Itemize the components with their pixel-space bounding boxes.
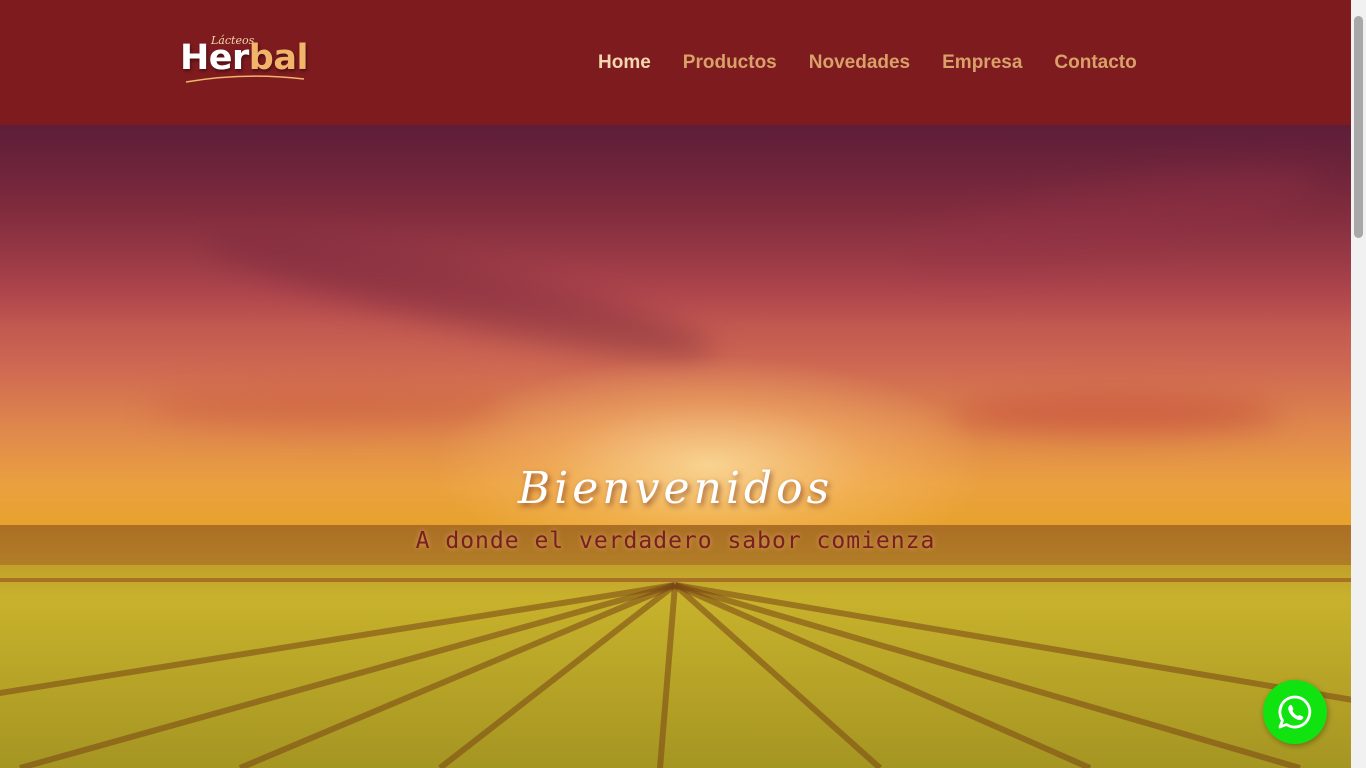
page-scrollbar[interactable] xyxy=(1351,0,1366,768)
logo-wordmark-part-2: bal xyxy=(248,38,309,78)
logo-wordmark: Herbal xyxy=(180,38,308,78)
nav-home[interactable]: Home xyxy=(598,50,651,76)
page: Lácteos Herbal Home Productos Novedades … xyxy=(0,0,1366,768)
hero-title: Bienvenidos xyxy=(517,463,834,514)
nav-empresa[interactable]: Empresa xyxy=(942,50,1022,76)
logo-swoosh-icon xyxy=(185,75,305,83)
whatsapp-icon xyxy=(1278,695,1312,729)
main-nav: Home Productos Novedades Empresa Contact… xyxy=(598,50,1169,76)
site-header: Lácteos Herbal Home Productos Novedades … xyxy=(0,0,1351,125)
brand-logo[interactable]: Lácteos Herbal xyxy=(178,34,312,86)
hero-banner: Bienvenidos A donde el verdadero sabor c… xyxy=(0,125,1351,768)
nav-novedades[interactable]: Novedades xyxy=(809,50,910,76)
logo-wordmark-part-1: Her xyxy=(180,38,249,78)
scrollbar-thumb[interactable] xyxy=(1354,16,1363,238)
nav-contacto[interactable]: Contacto xyxy=(1054,50,1136,76)
hero-subtitle: A donde el verdadero sabor comienza xyxy=(415,528,936,554)
whatsapp-button[interactable] xyxy=(1263,680,1327,744)
nav-productos[interactable]: Productos xyxy=(683,50,777,76)
field-rows xyxy=(0,525,1351,768)
